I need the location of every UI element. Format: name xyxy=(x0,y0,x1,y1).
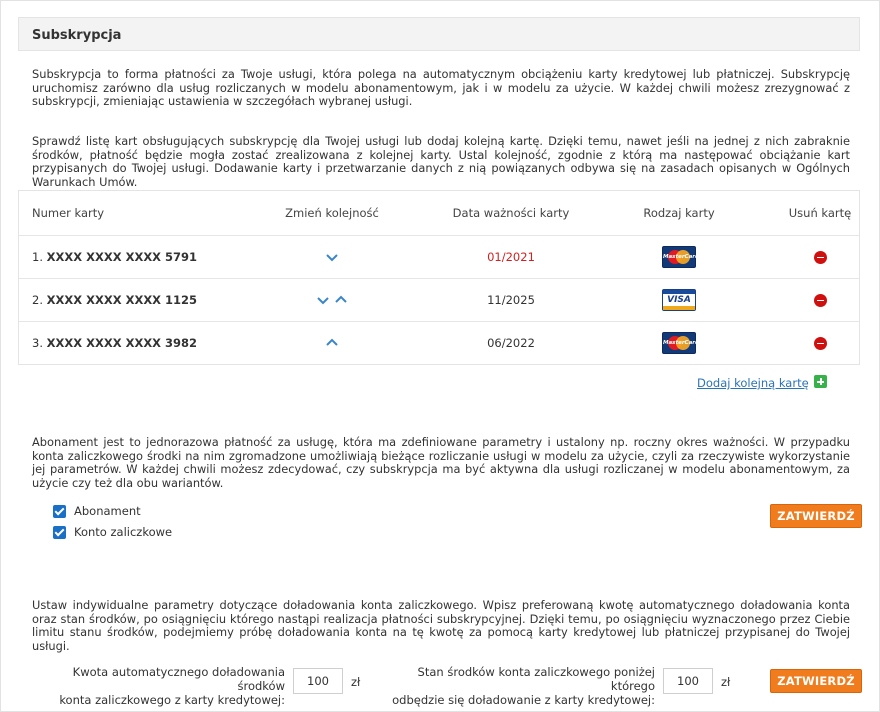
card-expiry: 11/2025 xyxy=(487,293,535,307)
card-number: XXXX XXXX XXXX 5791 xyxy=(46,250,198,264)
order-controls xyxy=(249,279,415,321)
confirm-topup-button[interactable]: ZATWIERDŹ xyxy=(770,669,862,693)
topup-threshold-label: Stan środków konta zaliczkowego poniżej … xyxy=(392,665,655,707)
column-header-order: Zmień kolejność xyxy=(285,205,379,220)
topup-amount-input[interactable] xyxy=(293,668,343,694)
page-title: Subskrypcja xyxy=(32,28,122,43)
card-number-cell: 3. XXXX XXXX XXXX 3982 xyxy=(32,322,197,364)
mastercard-icon: MasterCard xyxy=(662,332,699,354)
card-number: XXXX XXXX XXXX 3982 xyxy=(46,336,198,350)
chevron-down-icon[interactable] xyxy=(315,294,331,306)
card-type-cell: MasterCard xyxy=(599,236,759,278)
column-header-delete: Usuń kartę xyxy=(788,205,852,220)
card-index: 1. xyxy=(32,250,43,264)
abonament-label: Abonament xyxy=(74,504,141,518)
delete-card-cell xyxy=(779,322,861,364)
order-controls xyxy=(249,236,415,278)
chevron-up-icon[interactable] xyxy=(333,294,349,306)
topup-threshold-input[interactable] xyxy=(663,668,713,694)
checkbox-row-subscription[interactable]: Abonament xyxy=(53,504,141,518)
intro-paragraph-2: Sprawdź listę kart obsługujących subskry… xyxy=(32,134,850,189)
intro-paragraph-1: Subskrypcja to forma płatności za Twoje … xyxy=(32,67,850,108)
column-header-type: Rodzaj karty xyxy=(643,205,715,220)
prepaid-account-label: Konto zaliczkowe xyxy=(74,525,173,539)
currency-label: zł xyxy=(351,675,361,689)
currency-label: zł xyxy=(721,675,731,689)
card-number-cell: 1. XXXX XXXX XXXX 5791 xyxy=(32,236,197,278)
cards-table: Numer karty Zmień kolejność Data ważnośc… xyxy=(18,190,860,365)
delete-icon[interactable] xyxy=(813,250,827,264)
column-header-number: Numer karty xyxy=(32,205,105,220)
add-card-link[interactable]: Dodaj kolejną kartę xyxy=(697,376,809,390)
topup-amount-label: Kwota automatycznego doładowania środków… xyxy=(59,665,285,707)
abonament-checkbox[interactable] xyxy=(53,504,66,518)
column-header-expiry: Data ważności karty xyxy=(452,205,570,220)
table-row: 3. XXXX XXXX XXXX 3982 06/2022 MasterCar… xyxy=(19,321,859,364)
delete-icon[interactable] xyxy=(813,336,827,350)
delete-card-cell xyxy=(779,279,861,321)
delete-icon[interactable] xyxy=(813,293,827,307)
topup-description: Ustaw indywidualne parametry dotyczące d… xyxy=(32,598,850,653)
card-type-cell: MasterCard xyxy=(599,322,759,364)
plus-icon[interactable] xyxy=(814,375,827,388)
table-header-row: Numer karty Zmień kolejność Data ważnośc… xyxy=(19,191,859,234)
confirm-subscription-button[interactable]: ZATWIERDŹ xyxy=(770,504,862,528)
subscription-panel: Subskrypcja Subskrypcja to forma płatnoś… xyxy=(0,0,880,712)
chevron-up-icon[interactable] xyxy=(324,337,340,349)
checkbox-row-prepaid[interactable]: Konto zaliczkowe xyxy=(53,525,172,539)
card-expiry: 06/2022 xyxy=(487,336,535,350)
order-controls xyxy=(249,322,415,364)
prepaid-account-checkbox[interactable] xyxy=(53,525,66,539)
mastercard-icon: MasterCard xyxy=(662,246,699,268)
card-index: 2. xyxy=(32,293,43,307)
delete-card-cell xyxy=(779,236,861,278)
subscription-description: Abonament jest to jednorazowa płatność z… xyxy=(32,435,850,490)
card-expiry: 01/2021 xyxy=(487,250,535,264)
section-header: Subskrypcja xyxy=(18,17,860,51)
card-number-cell: 2. XXXX XXXX XXXX 1125 xyxy=(32,279,197,321)
table-row: 2. XXXX XXXX XXXX 1125 11/2025 VISA xyxy=(19,278,859,321)
card-index: 3. xyxy=(32,336,43,350)
card-number: XXXX XXXX XXXX 1125 xyxy=(46,293,198,307)
visa-icon: VISA xyxy=(662,289,696,311)
card-type-cell: VISA xyxy=(599,279,759,321)
table-row: 1. XXXX XXXX XXXX 5791 01/2021 MasterCar… xyxy=(19,235,859,278)
chevron-down-icon[interactable] xyxy=(324,251,340,263)
